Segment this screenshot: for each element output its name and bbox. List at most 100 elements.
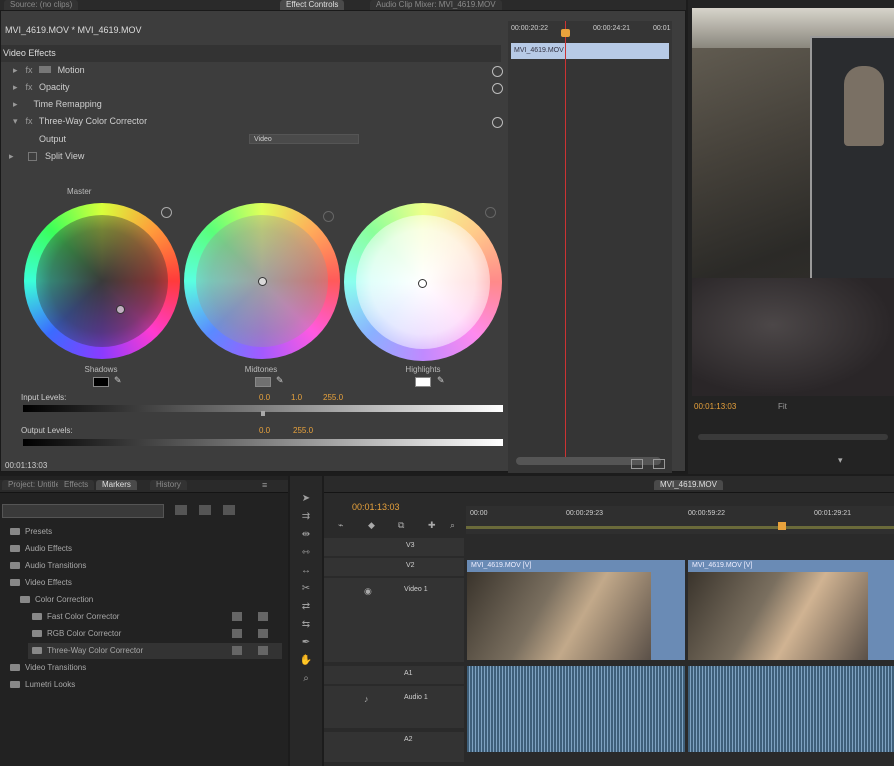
program-timecode[interactable]: 00:01:13:03 [694, 402, 736, 411]
marker-icon[interactable]: ◆ [368, 520, 375, 531]
tab-sequence[interactable]: MVI_4619.MOV [654, 480, 723, 490]
midtones-reset-icon[interactable] [323, 211, 334, 222]
program-video-frame[interactable] [692, 8, 894, 396]
split-view-row[interactable]: ▸ Split View [9, 148, 84, 165]
hand-tool-icon[interactable]: ✋ [299, 654, 313, 668]
eyedropper-icon[interactable]: ✎ [114, 375, 122, 386]
wrench-icon[interactable]: ✚ [428, 520, 436, 531]
reset-icon[interactable] [492, 66, 503, 77]
input-gray-value[interactable]: 1.0 [291, 393, 302, 402]
toggle-arrow-icon[interactable]: ▸ [13, 62, 23, 79]
video-clip-1[interactable]: MVI_4619.MOV [V] [467, 560, 685, 660]
settings-wrench-icon[interactable]: ▾ [838, 455, 843, 466]
32bit-effects-icon[interactable] [199, 505, 211, 515]
audio-clip-1[interactable] [467, 666, 685, 752]
eyedropper-icon[interactable]: ✎ [437, 375, 445, 386]
track-header-v2[interactable]: V2 [324, 558, 464, 576]
shadows-wheel-handle[interactable] [116, 305, 125, 314]
tab-markers[interactable]: Markers [96, 480, 137, 490]
yuv-effects-icon[interactable] [223, 505, 235, 515]
selection-tool-icon[interactable]: ➤ [299, 492, 313, 506]
time-ruler[interactable]: 00:00 00:00:29:23 00:00:59:22 00:01:29:2… [466, 506, 894, 534]
eyedropper-icon[interactable]: ✎ [276, 375, 284, 386]
tab-audio-clip-mixer[interactable]: Audio Clip Mixer: MVI_4619.MOV [370, 0, 502, 10]
pen-tool-icon[interactable]: ✒ [299, 636, 313, 650]
toggle-arrow-icon[interactable]: ▾ [13, 113, 23, 130]
panel-menu-icon[interactable]: ≡ [262, 480, 267, 490]
accelerated-effects-icon[interactable] [175, 505, 187, 515]
effect-row-time-remapping[interactable]: ▸ Time Remapping [13, 96, 102, 113]
rate-stretch-tool-icon[interactable]: ↔ [299, 564, 313, 578]
speaker-icon[interactable]: ♪ [364, 694, 369, 704]
program-zoom[interactable]: Fit [778, 402, 787, 411]
program-scrubber[interactable] [698, 434, 888, 440]
toggle-arrow-icon[interactable]: ▸ [13, 79, 23, 96]
track-header-a1[interactable]: A1 [324, 666, 464, 684]
playhead-handle[interactable] [778, 522, 786, 530]
tree-item-three-way-color-corrector[interactable]: Three-Way Color Corrector [28, 643, 282, 659]
reset-icon[interactable] [492, 83, 503, 94]
track-header-a2[interactable]: A2 [324, 732, 464, 762]
effect-row-three-way[interactable]: ▾ fx Three-Way Color Corrector [13, 113, 147, 130]
output-dropdown[interactable]: Video [249, 134, 359, 144]
effect-controls-timecode[interactable]: 00:01:13:03 [5, 461, 47, 470]
input-gray-handle[interactable] [261, 411, 265, 416]
rolling-edit-tool-icon[interactable]: ⇿ [299, 546, 313, 560]
tree-item-presets[interactable]: Presets [10, 524, 52, 540]
work-area-bar[interactable] [466, 526, 894, 529]
tree-item-fast-color-corrector[interactable]: Fast Color Corrector [32, 609, 119, 625]
input-white-value[interactable]: 255.0 [323, 393, 343, 402]
split-view-checkbox[interactable] [27, 152, 37, 162]
mini-clip-bar[interactable]: MVI_4619.MOV [511, 43, 669, 59]
mini-playhead-handle[interactable] [561, 29, 570, 37]
ruler-zoom-icon[interactable]: ⌕ [450, 520, 455, 531]
tab-effect-controls[interactable]: Effect Controls [280, 0, 345, 10]
filter-icon[interactable] [631, 459, 643, 469]
highlights-wheel-handle[interactable] [418, 279, 427, 288]
tab-source[interactable]: Source: (no clips) [4, 0, 79, 10]
link-icon[interactable]: ⧉ [398, 520, 404, 531]
video-clip-2[interactable]: MVI_4619.MOV [V] [688, 560, 894, 660]
fx-badge[interactable]: fx [26, 65, 33, 75]
eye-icon[interactable]: ◉ [364, 586, 372, 597]
audio-clip-2[interactable] [688, 666, 894, 752]
track-header-v3[interactable]: V3 [324, 538, 464, 556]
toggle-arrow-icon[interactable]: ▸ [9, 148, 19, 165]
slide-tool-icon[interactable]: ⇆ [299, 618, 313, 632]
razor-tool-icon[interactable]: ✂ [299, 582, 313, 596]
effects-search-input[interactable] [2, 504, 164, 518]
tree-item-video-transitions[interactable]: Video Transitions [10, 660, 86, 676]
tab-history[interactable]: History [150, 480, 187, 490]
highlights-color-wheel[interactable] [344, 203, 502, 361]
shadows-reset-icon[interactable] [161, 207, 172, 218]
fx-badge[interactable]: fx [26, 116, 33, 126]
slip-tool-icon[interactable]: ⇄ [299, 600, 313, 614]
output-black-value[interactable]: 0.0 [259, 426, 270, 435]
reset-icon[interactable] [492, 117, 503, 128]
snap-icon[interactable]: ⌁ [338, 520, 343, 531]
zoom-tool-icon[interactable]: ⌕ [299, 672, 313, 686]
midtones-swatch[interactable] [255, 377, 271, 387]
track-select-tool-icon[interactable]: ⇉ [299, 510, 313, 524]
tree-item-rgb-color-corrector[interactable]: RGB Color Corrector [32, 626, 121, 642]
tree-item-video-effects[interactable]: Video Effects [10, 575, 72, 591]
midtones-wheel-handle[interactable] [258, 277, 267, 286]
highlights-swatch[interactable] [415, 377, 431, 387]
effect-row-motion[interactable]: ▸ fx Motion [13, 62, 85, 79]
tree-item-audio-effects[interactable]: Audio Effects [10, 541, 72, 557]
track-header-video-1[interactable]: ◉ Video 1 [324, 578, 464, 662]
mini-playhead[interactable] [565, 21, 566, 461]
input-black-value[interactable]: 0.0 [259, 393, 270, 402]
export-icon[interactable] [653, 459, 665, 469]
shadows-swatch[interactable] [93, 377, 109, 387]
track-header-audio-1[interactable]: ♪ Audio 1 [324, 686, 464, 728]
timeline-timecode[interactable]: 00:01:13:03 [352, 502, 400, 512]
tab-effects[interactable]: Effects [58, 480, 95, 490]
output-white-value[interactable]: 255.0 [293, 426, 313, 435]
tree-item-audio-transitions[interactable]: Audio Transitions [10, 558, 86, 574]
effect-row-opacity[interactable]: ▸ fx Opacity [13, 79, 70, 96]
tree-item-color-correction[interactable]: Color Correction [20, 592, 93, 608]
midtones-color-wheel[interactable] [184, 203, 340, 359]
tree-item-lumetri-looks[interactable]: Lumetri Looks [10, 677, 75, 693]
output-levels-slider[interactable] [23, 439, 503, 446]
